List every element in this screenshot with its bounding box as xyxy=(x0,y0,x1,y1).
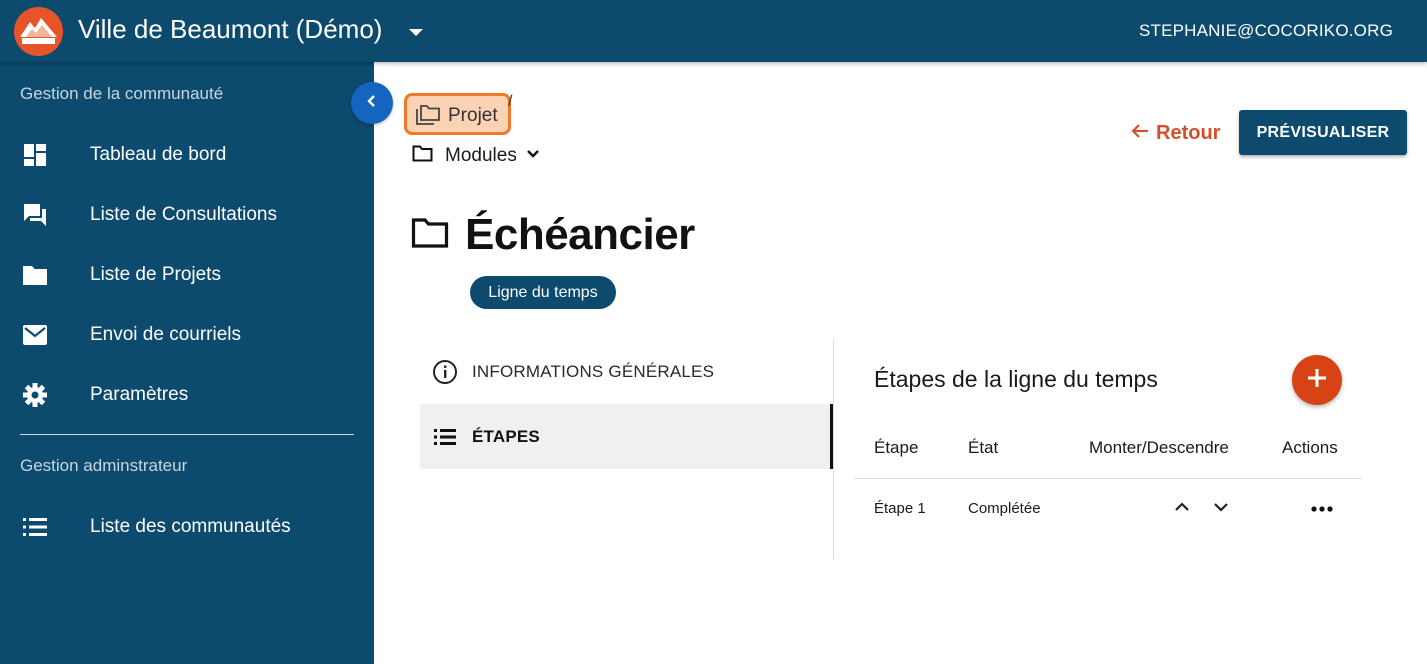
collapse-sidebar-button[interactable] xyxy=(351,82,393,124)
top-app-bar: Ville de Beaumont (Démo) STEPHANIE@COCOR… xyxy=(0,0,1427,62)
sidebar-item-projects[interactable]: Liste de Projets xyxy=(0,250,374,300)
sidebar-item-communities[interactable]: Liste des communautés xyxy=(0,502,374,552)
breadcrumb-modules-dropdown[interactable]: Modules xyxy=(412,142,541,170)
breadcrumb-project-label: Projet xyxy=(448,105,498,126)
column-header-actions: Actions xyxy=(1282,438,1338,457)
sidebar-item-consultations[interactable]: Liste de Consultations xyxy=(0,190,374,240)
forum-icon xyxy=(22,202,48,228)
mail-icon xyxy=(22,322,48,348)
chevron-up-icon xyxy=(1173,498,1191,521)
sidebar-item-label: Paramètres xyxy=(90,384,189,405)
move-down-button[interactable] xyxy=(1209,497,1233,521)
community-dropdown-icon[interactable] xyxy=(406,22,426,42)
gear-icon xyxy=(22,382,48,408)
preview-button[interactable]: PRÉVISUALISER xyxy=(1239,110,1407,155)
tab-general-info[interactable]: INFORMATIONS GÉNÉRALES xyxy=(420,339,833,404)
tab-label: ÉTAPES xyxy=(472,426,540,446)
sidebar-item-label: Liste de Consultations xyxy=(90,204,277,225)
page-title: Échéancier xyxy=(465,210,695,259)
dashboard-icon xyxy=(22,142,48,168)
app-title[interactable]: Ville de Beaumont (Démo) xyxy=(78,14,382,45)
folder-icon xyxy=(22,262,48,288)
table-header-divider xyxy=(854,478,1362,479)
list-icon xyxy=(22,514,48,540)
sidebar-item-settings[interactable]: Paramètres xyxy=(0,370,374,420)
sidebar-item-label: Liste de Projets xyxy=(90,264,221,285)
sidebar-item-label: Liste des communautés xyxy=(90,516,291,537)
back-label: Retour xyxy=(1156,121,1221,144)
chevron-left-icon xyxy=(364,93,380,114)
add-step-button[interactable] xyxy=(1292,355,1342,405)
column-header-step: Étape xyxy=(874,438,919,457)
tab-steps[interactable]: ÉTAPES xyxy=(420,404,833,469)
info-icon xyxy=(432,359,458,385)
sidebar-section-admin: Gestion adminstrateur xyxy=(20,456,188,475)
chevron-down-icon xyxy=(525,146,541,167)
column-header-state: État xyxy=(968,438,999,457)
sidebar: Gestion de la communauté Tableau de bord… xyxy=(0,62,374,664)
steps-title: Étapes de la ligne du temps xyxy=(874,366,1158,392)
sidebar-divider xyxy=(20,434,354,435)
sidebar-item-emails[interactable]: Envoi de courriels xyxy=(0,310,374,360)
sidebar-item-dashboard[interactable]: Tableau de bord xyxy=(0,130,374,180)
move-up-button[interactable] xyxy=(1170,497,1194,521)
breadcrumb-separator: / xyxy=(508,93,513,110)
more-horizontal-icon xyxy=(1311,500,1333,518)
plus-icon xyxy=(1306,367,1328,394)
folder-outline-icon xyxy=(411,217,449,254)
tab-label: INFORMATIONS GÉNÉRALES xyxy=(472,361,715,381)
page-header: Échéancier xyxy=(411,210,695,260)
back-link[interactable]: Retour xyxy=(1130,120,1220,146)
sidebar-item-label: Envoi de courriels xyxy=(90,324,242,345)
city-logo[interactable] xyxy=(14,7,63,56)
panel-divider xyxy=(833,340,834,559)
cell-state: Complétée xyxy=(968,500,1041,517)
user-email[interactable]: STEPHANIE@COCORIKO.ORG xyxy=(1139,21,1393,41)
breadcrumb-modules-label: Modules xyxy=(445,145,517,166)
list-icon xyxy=(432,424,458,450)
column-header-move: Monter/Descendre xyxy=(1089,438,1229,457)
folders-icon xyxy=(415,104,441,131)
chevron-down-icon xyxy=(1212,498,1230,521)
breadcrumb-project-link[interactable]: Projet xyxy=(404,93,511,135)
module-type-badge: Ligne du temps xyxy=(470,276,616,309)
more-actions-button[interactable] xyxy=(1310,497,1334,521)
arrow-left-icon xyxy=(1130,120,1150,146)
cell-step: Étape 1 xyxy=(874,500,926,517)
sidebar-section-community: Gestion de la communauté xyxy=(20,84,224,103)
folder-outline-icon xyxy=(412,145,433,167)
sidebar-item-label: Tableau de bord xyxy=(90,144,227,165)
